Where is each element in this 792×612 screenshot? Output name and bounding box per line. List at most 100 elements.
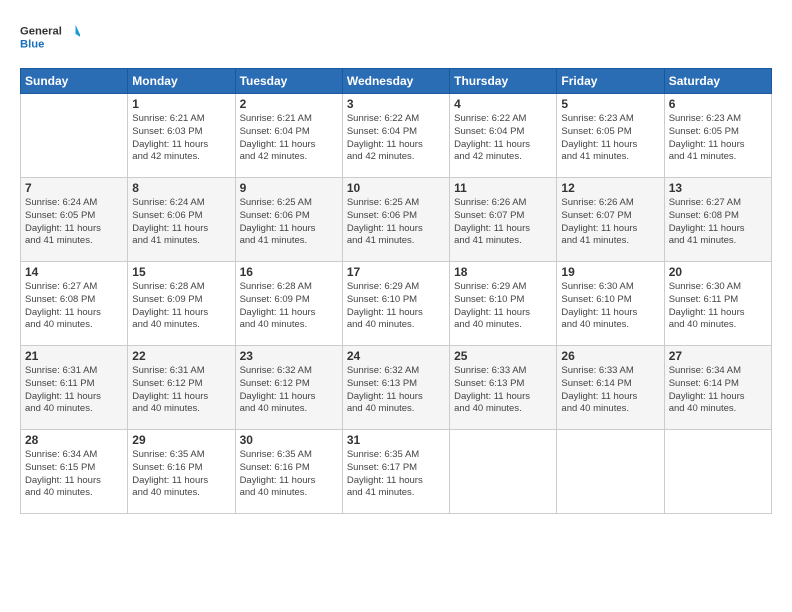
- calendar-week-row: 1 Sunrise: 6:21 AM Sunset: 6:03 PM Daylig…: [21, 94, 772, 178]
- calendar-cell: 4 Sunrise: 6:22 AM Sunset: 6:04 PM Daylig…: [450, 94, 557, 178]
- day-info: Sunrise: 6:25 AM Sunset: 6:06 PM Dayligh…: [240, 197, 338, 248]
- calendar-cell: 23 Sunrise: 6:32 AM Sunset: 6:12 PM Dayli…: [235, 346, 342, 430]
- calendar-cell: 30 Sunrise: 6:35 AM Sunset: 6:16 PM Dayli…: [235, 430, 342, 514]
- calendar-table: SundayMondayTuesdayWednesdayThursdayFrid…: [20, 68, 772, 514]
- day-info: Sunrise: 6:25 AM Sunset: 6:06 PM Dayligh…: [347, 197, 445, 248]
- day-number: 17: [347, 265, 445, 279]
- day-number: 14: [25, 265, 123, 279]
- day-number: 4: [454, 97, 552, 111]
- calendar-cell: 10Sunrise: 6:25 AM Sunset: 6:06 PM Dayli…: [342, 178, 449, 262]
- calendar-cell: [664, 430, 771, 514]
- day-info: Sunrise: 6:29 AM Sunset: 6:10 PM Dayligh…: [347, 281, 445, 332]
- day-info: Sunrise: 6:34 AM Sunset: 6:15 PM Dayligh…: [25, 449, 123, 500]
- calendar-week-row: 7 Sunrise: 6:24 AM Sunset: 6:05 PM Daylig…: [21, 178, 772, 262]
- weekday-header-monday: Monday: [128, 69, 235, 94]
- calendar-cell: 12 Sunrise: 6:26 AM Sunset: 6:07 PM Dayli…: [557, 178, 664, 262]
- day-info: Sunrise: 6:21 AM Sunset: 6:03 PM Dayligh…: [132, 113, 230, 164]
- day-number: 6: [669, 97, 767, 111]
- day-info: Sunrise: 6:31 AM Sunset: 6:12 PM Dayligh…: [132, 365, 230, 416]
- day-number: 9: [240, 181, 338, 195]
- calendar-cell: 17 Sunrise: 6:29 AM Sunset: 6:10 PM Dayli…: [342, 262, 449, 346]
- day-number: 1: [132, 97, 230, 111]
- calendar-cell: [450, 430, 557, 514]
- day-info: Sunrise: 6:23 AM Sunset: 6:05 PM Dayligh…: [561, 113, 659, 164]
- weekday-header-thursday: Thursday: [450, 69, 557, 94]
- weekday-header-tuesday: Tuesday: [235, 69, 342, 94]
- day-info: Sunrise: 6:35 AM Sunset: 6:17 PM Dayligh…: [347, 449, 445, 500]
- day-number: 27: [669, 349, 767, 363]
- day-number: 30: [240, 433, 338, 447]
- day-info: Sunrise: 6:30 AM Sunset: 6:10 PM Dayligh…: [561, 281, 659, 332]
- day-number: 28: [25, 433, 123, 447]
- calendar-cell: [557, 430, 664, 514]
- day-number: 24: [347, 349, 445, 363]
- day-info: Sunrise: 6:28 AM Sunset: 6:09 PM Dayligh…: [132, 281, 230, 332]
- day-info: Sunrise: 6:26 AM Sunset: 6:07 PM Dayligh…: [454, 197, 552, 248]
- calendar-cell: 24 Sunrise: 6:32 AM Sunset: 6:13 PM Dayli…: [342, 346, 449, 430]
- svg-text:General: General: [20, 26, 62, 38]
- day-info: Sunrise: 6:24 AM Sunset: 6:06 PM Dayligh…: [132, 197, 230, 248]
- day-info: Sunrise: 6:35 AM Sunset: 6:16 PM Dayligh…: [132, 449, 230, 500]
- calendar-cell: 6 Sunrise: 6:23 AM Sunset: 6:05 PM Daylig…: [664, 94, 771, 178]
- day-info: Sunrise: 6:34 AM Sunset: 6:14 PM Dayligh…: [669, 365, 767, 416]
- weekday-header-friday: Friday: [557, 69, 664, 94]
- day-info: Sunrise: 6:26 AM Sunset: 6:07 PM Dayligh…: [561, 197, 659, 248]
- weekday-header-wednesday: Wednesday: [342, 69, 449, 94]
- day-info: Sunrise: 6:27 AM Sunset: 6:08 PM Dayligh…: [669, 197, 767, 248]
- day-info: Sunrise: 6:22 AM Sunset: 6:04 PM Dayligh…: [454, 113, 552, 164]
- day-number: 23: [240, 349, 338, 363]
- day-number: 3: [347, 97, 445, 111]
- calendar-cell: 27 Sunrise: 6:34 AM Sunset: 6:14 PM Dayli…: [664, 346, 771, 430]
- day-info: Sunrise: 6:28 AM Sunset: 6:09 PM Dayligh…: [240, 281, 338, 332]
- calendar-cell: 3Sunrise: 6:22 AM Sunset: 6:04 PM Daylig…: [342, 94, 449, 178]
- day-number: 31: [347, 433, 445, 447]
- day-info: Sunrise: 6:30 AM Sunset: 6:11 PM Dayligh…: [669, 281, 767, 332]
- day-number: 7: [25, 181, 123, 195]
- day-number: 16: [240, 265, 338, 279]
- day-number: 8: [132, 181, 230, 195]
- weekday-header-saturday: Saturday: [664, 69, 771, 94]
- day-number: 11: [454, 181, 552, 195]
- calendar-cell: 26 Sunrise: 6:33 AM Sunset: 6:14 PM Dayli…: [557, 346, 664, 430]
- day-number: 13: [669, 181, 767, 195]
- calendar-cell: [21, 94, 128, 178]
- calendar-cell: 7 Sunrise: 6:24 AM Sunset: 6:05 PM Daylig…: [21, 178, 128, 262]
- weekday-header-sunday: Sunday: [21, 69, 128, 94]
- day-number: 20: [669, 265, 767, 279]
- day-number: 22: [132, 349, 230, 363]
- calendar-cell: 18 Sunrise: 6:29 AM Sunset: 6:10 PM Dayli…: [450, 262, 557, 346]
- calendar-cell: 28 Sunrise: 6:34 AM Sunset: 6:15 PM Dayli…: [21, 430, 128, 514]
- calendar-cell: 29 Sunrise: 6:35 AM Sunset: 6:16 PM Dayli…: [128, 430, 235, 514]
- day-info: Sunrise: 6:29 AM Sunset: 6:10 PM Dayligh…: [454, 281, 552, 332]
- calendar-cell: 19Sunrise: 6:30 AM Sunset: 6:10 PM Dayli…: [557, 262, 664, 346]
- calendar-cell: 5 Sunrise: 6:23 AM Sunset: 6:05 PM Daylig…: [557, 94, 664, 178]
- logo: General Blue: [20, 18, 80, 58]
- day-number: 12: [561, 181, 659, 195]
- day-info: Sunrise: 6:33 AM Sunset: 6:13 PM Dayligh…: [454, 365, 552, 416]
- day-info: Sunrise: 6:32 AM Sunset: 6:12 PM Dayligh…: [240, 365, 338, 416]
- calendar-cell: 11 Sunrise: 6:26 AM Sunset: 6:07 PM Dayli…: [450, 178, 557, 262]
- calendar-week-row: 28 Sunrise: 6:34 AM Sunset: 6:15 PM Dayli…: [21, 430, 772, 514]
- day-info: Sunrise: 6:35 AM Sunset: 6:16 PM Dayligh…: [240, 449, 338, 500]
- day-number: 21: [25, 349, 123, 363]
- calendar-cell: 22 Sunrise: 6:31 AM Sunset: 6:12 PM Dayli…: [128, 346, 235, 430]
- day-number: 5: [561, 97, 659, 111]
- day-info: Sunrise: 6:32 AM Sunset: 6:13 PM Dayligh…: [347, 365, 445, 416]
- day-number: 18: [454, 265, 552, 279]
- calendar-page: General Blue SundayMondayTuesdayWednesda…: [0, 0, 792, 612]
- day-info: Sunrise: 6:24 AM Sunset: 6:05 PM Dayligh…: [25, 197, 123, 248]
- calendar-cell: 21Sunrise: 6:31 AM Sunset: 6:11 PM Dayli…: [21, 346, 128, 430]
- calendar-cell: 16 Sunrise: 6:28 AM Sunset: 6:09 PM Dayli…: [235, 262, 342, 346]
- calendar-cell: 8 Sunrise: 6:24 AM Sunset: 6:06 PM Daylig…: [128, 178, 235, 262]
- calendar-cell: 14Sunrise: 6:27 AM Sunset: 6:08 PM Dayli…: [21, 262, 128, 346]
- calendar-cell: 2Sunrise: 6:21 AM Sunset: 6:04 PM Daylig…: [235, 94, 342, 178]
- calendar-cell: 9 Sunrise: 6:25 AM Sunset: 6:06 PM Daylig…: [235, 178, 342, 262]
- day-info: Sunrise: 6:33 AM Sunset: 6:14 PM Dayligh…: [561, 365, 659, 416]
- svg-text:Blue: Blue: [20, 38, 44, 50]
- calendar-week-row: 14Sunrise: 6:27 AM Sunset: 6:08 PM Dayli…: [21, 262, 772, 346]
- day-info: Sunrise: 6:23 AM Sunset: 6:05 PM Dayligh…: [669, 113, 767, 164]
- day-number: 2: [240, 97, 338, 111]
- day-number: 29: [132, 433, 230, 447]
- day-number: 26: [561, 349, 659, 363]
- calendar-cell: 15Sunrise: 6:28 AM Sunset: 6:09 PM Dayli…: [128, 262, 235, 346]
